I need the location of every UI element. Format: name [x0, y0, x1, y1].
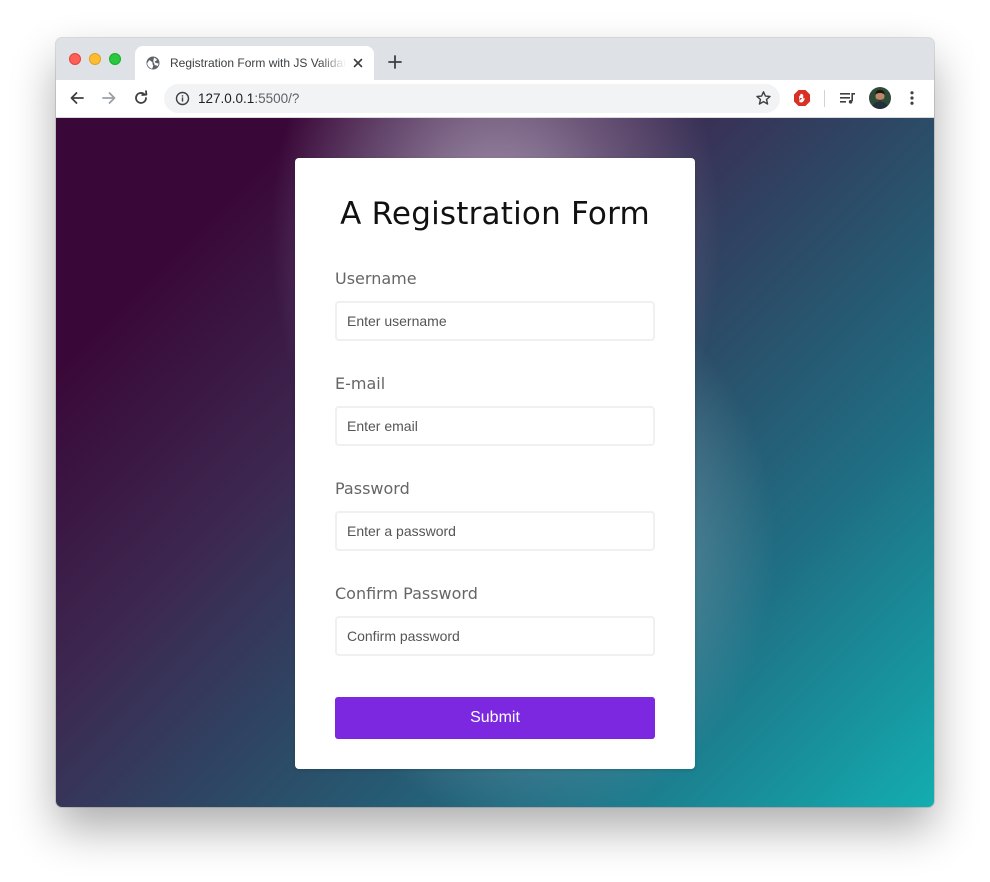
arrow-left-icon[interactable] [68, 89, 86, 107]
url-host: 127.0.0.1 [198, 91, 255, 106]
adblock-icon[interactable] [793, 89, 811, 107]
avatar[interactable] [869, 87, 891, 109]
browser-window: Registration Form with JS Validation 127… [56, 38, 934, 807]
window-maximize-button[interactable] [109, 53, 121, 65]
submit-button[interactable]: Submit [335, 697, 655, 739]
browser-toolbar: 127.0.0.1:5500/? [56, 80, 934, 118]
kebab-menu-icon[interactable] [903, 89, 921, 107]
email-label: E-mail [335, 374, 386, 393]
reload-icon[interactable] [132, 89, 150, 107]
url-text: 127.0.0.1:5500/? [198, 91, 299, 107]
globe-icon [146, 56, 160, 70]
toolbar-divider [824, 90, 825, 107]
window-close-button[interactable] [69, 53, 81, 65]
password-label: Password [335, 479, 410, 498]
confirm-password-input[interactable] [335, 616, 655, 656]
username-label: Username [335, 269, 417, 288]
window-minimize-button[interactable] [89, 53, 101, 65]
password-input[interactable] [335, 511, 655, 551]
page-viewport: A Registration Form Username E-mail Pass… [56, 118, 934, 807]
tab-strip: Registration Form with JS Validation [56, 38, 934, 80]
close-tab-icon[interactable] [351, 56, 365, 70]
star-icon[interactable] [755, 90, 772, 107]
arrow-right-icon[interactable] [100, 89, 118, 107]
info-icon[interactable] [175, 91, 190, 106]
address-bar[interactable]: 127.0.0.1:5500/? [164, 84, 780, 113]
media-playlist-icon[interactable] [838, 89, 856, 107]
browser-tab[interactable]: Registration Form with JS Validation [135, 46, 374, 80]
tab-title: Registration Form with JS Validation [170, 56, 346, 70]
registration-form: A Registration Form Username E-mail Pass… [295, 158, 695, 769]
email-input[interactable] [335, 406, 655, 446]
confirm-password-label: Confirm Password [335, 584, 478, 603]
url-path: :5500/? [254, 91, 300, 106]
username-input[interactable] [335, 301, 655, 341]
new-tab-icon[interactable] [387, 54, 403, 70]
form-title: A Registration Form [340, 196, 650, 232]
